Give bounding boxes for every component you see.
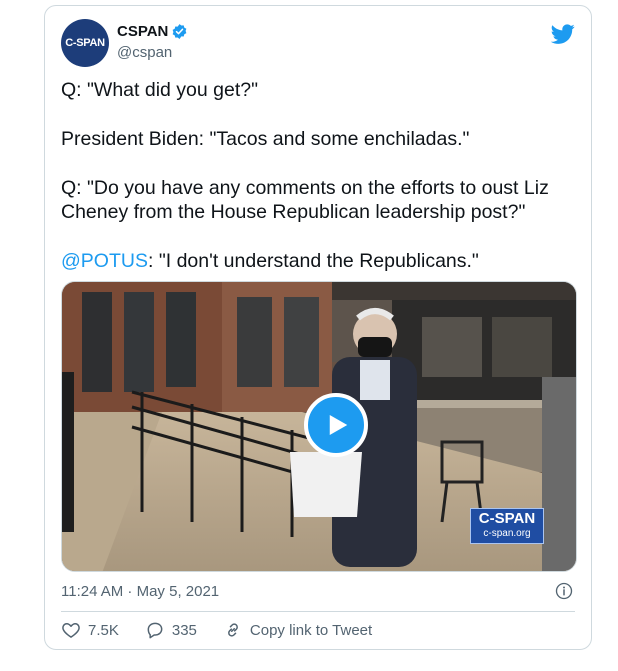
account-handle[interactable]: @cspan bbox=[117, 44, 172, 61]
heart-icon bbox=[62, 623, 80, 638]
verified-badge-icon bbox=[173, 24, 187, 39]
tweet-line-2: President Biden: "Tacos and some enchila… bbox=[61, 128, 470, 150]
play-icon bbox=[329, 415, 348, 435]
reply-count: 335 bbox=[171, 621, 197, 639]
divider bbox=[61, 611, 575, 612]
account-name[interactable]: CSPAN bbox=[117, 23, 168, 40]
watermark-title: C-SPAN bbox=[478, 510, 536, 527]
tweet-line-1: Q: "What did you get?" bbox=[61, 79, 259, 101]
like-button[interactable]: 7.5K bbox=[61, 620, 119, 640]
twitter-bird-icon[interactable] bbox=[551, 22, 575, 46]
video-player[interactable]: C-SPAN c-span.org bbox=[61, 281, 577, 572]
tweet-line-4-text: : "I don't understand the Republicans." bbox=[147, 250, 479, 272]
tweet-timestamp[interactable]: 11:24 AM · May 5, 2021 bbox=[61, 583, 219, 600]
account-name-row[interactable]: CSPAN bbox=[117, 23, 188, 40]
avatar-text: C-SPAN bbox=[65, 37, 105, 49]
avatar[interactable]: C-SPAN bbox=[61, 19, 109, 67]
play-button[interactable] bbox=[304, 393, 368, 457]
copy-link-button[interactable]: Copy link to Tweet bbox=[223, 620, 372, 640]
cspan-watermark: C-SPAN c-span.org bbox=[470, 508, 544, 544]
info-icon[interactable] bbox=[555, 582, 573, 600]
tweet-line-3: Q: "Do you have any comments on the effo… bbox=[61, 177, 549, 223]
tweet-line-4: @POTUS: "I don't understand the Republic… bbox=[61, 249, 576, 273]
watermark-url: c-span.org bbox=[483, 528, 531, 539]
tweet-text: Q: "What did you get?" President Biden: … bbox=[61, 78, 576, 273]
link-icon bbox=[227, 623, 238, 637]
like-count: 7.5K bbox=[88, 621, 119, 639]
tweet-actions: 7.5K 335 Copy link to Tweet bbox=[61, 620, 398, 640]
reply-button[interactable]: 335 bbox=[145, 620, 197, 640]
copy-link-label: Copy link to Tweet bbox=[249, 621, 373, 639]
tweet-card: C-SPAN CSPAN @cspan Q: "What did you get… bbox=[44, 5, 592, 650]
reply-bubble-icon bbox=[147, 622, 163, 639]
potus-mention-link[interactable]: @POTUS bbox=[61, 250, 148, 272]
